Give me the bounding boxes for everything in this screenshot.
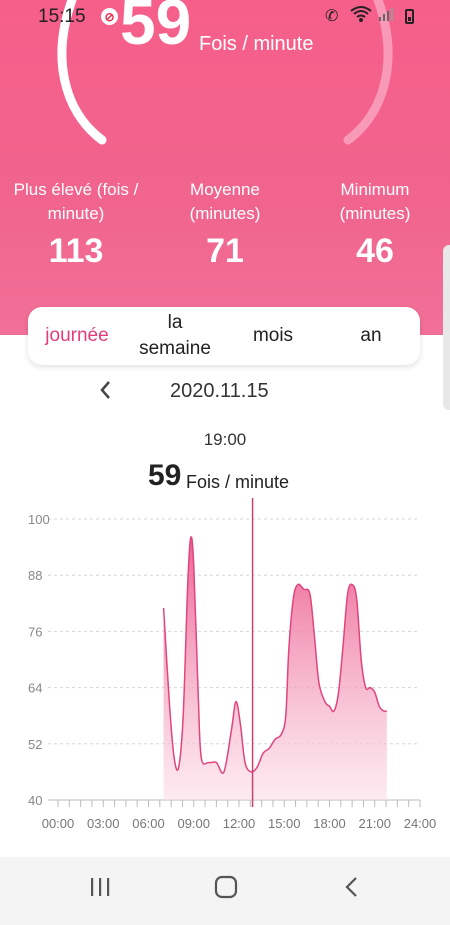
home-button[interactable] [213,875,239,906]
stat-label-line1: Minimum [340,180,410,199]
tab-label: an [360,325,382,346]
wifi-call-icon: ✆ [325,8,339,25]
current-date: 2020.11.15 [170,380,269,402]
alarm-icon: ⊘ [101,8,118,25]
y-tick-label: 100 [28,512,50,527]
heart-rate-chart[interactable]: 40 52 64 76 88 100 00:00 03:00 06:00 09:00 12:00 15… [0,490,450,840]
period-tab-bar: journée la semaine mois an [28,307,420,365]
stat-label-line1: Moyenne [190,180,260,199]
selected-time: 19:00 [203,430,247,449]
stat-label-line2: (minutes) [189,204,261,223]
current-heart-rate-unit: Fois / minute [199,33,314,55]
stat-value: 113 [48,232,104,270]
stat-label-line2: (minutes) [339,204,411,223]
x-tick-label: 09:00 [177,816,210,831]
system-navigation-bar [0,857,450,925]
heart-rate-summary: 15:15 ⊘ ✆ 59 Fois / minute Plus élevé (f… [0,0,450,335]
stat-value: 71 [206,232,244,270]
stat-average: Moyenne (minutes) 71 [165,178,285,271]
recent-apps-button[interactable] [88,875,112,906]
home-icon [214,875,238,899]
x-tick-label: 24:00 [404,816,437,831]
signal-icon [378,6,394,25]
stat-label-line1: Plus élevé (fois / [13,180,139,199]
y-tick-label: 52 [28,737,42,752]
x-tick-label: 03:00 [87,816,120,831]
tab-year[interactable]: an [322,307,420,365]
battery-icon [405,9,414,24]
tab-label: journée [45,325,109,346]
current-heart-rate: 59 [120,0,192,58]
stat-label-line2: minute) [47,204,105,223]
x-tick-label: 18:00 [313,816,346,831]
y-tick-label: 88 [28,568,42,583]
x-tick-label: 21:00 [358,816,391,831]
selected-heart-rate: 59 [148,459,182,492]
x-tick-label: 06:00 [132,816,165,831]
date-navigator: 2020.11.15 [0,378,450,408]
recent-apps-icon [91,878,110,896]
wifi-icon [350,4,372,29]
tab-week[interactable]: la semaine [126,307,224,365]
tab-day[interactable]: journée [28,307,126,365]
back-button[interactable] [342,875,362,906]
y-tick-label: 40 [28,793,42,808]
back-icon [345,877,357,897]
tab-label-line1: la [167,312,183,333]
stat-minimum: Minimum (minutes) 46 [315,178,435,271]
previous-date-button[interactable] [98,378,112,409]
stat-highest: Plus élevé (fois / minute) 113 [0,178,152,271]
chevron-left-icon [100,381,110,399]
x-tick-label: 00:00 [42,816,75,831]
y-tick-label: 76 [28,624,42,639]
x-tick-label: 15:00 [268,816,301,831]
stat-value: 46 [356,232,394,270]
status-time: 15:15 [38,6,86,27]
x-tick-label: 12:00 [223,816,256,831]
y-tick-label: 64 [28,681,42,696]
tab-label: mois [252,325,294,346]
tab-label-line2: semaine [139,338,211,359]
tab-month[interactable]: mois [224,307,322,365]
